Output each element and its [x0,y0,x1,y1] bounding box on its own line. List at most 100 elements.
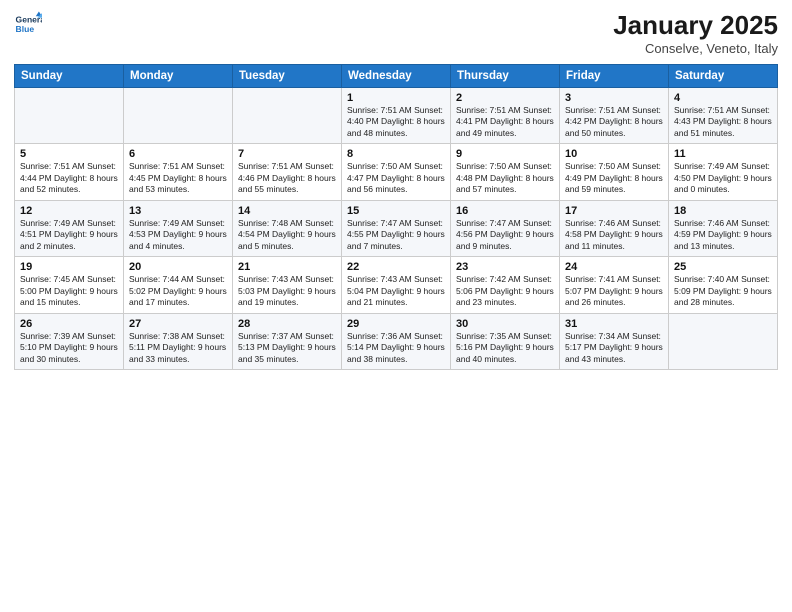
day-info: Sunrise: 7:49 AM Sunset: 4:50 PM Dayligh… [674,161,772,195]
table-row: 31Sunrise: 7:34 AM Sunset: 5:17 PM Dayli… [560,313,669,369]
day-number: 9 [456,148,554,160]
month-title: January 2025 [613,10,778,41]
day-info: Sunrise: 7:34 AM Sunset: 5:17 PM Dayligh… [565,331,663,365]
day-number: 25 [674,261,772,273]
title-area: January 2025 Conselve, Veneto, Italy [613,10,778,56]
col-sunday: Sunday [15,65,124,88]
day-info: Sunrise: 7:43 AM Sunset: 5:03 PM Dayligh… [238,274,336,308]
day-number: 3 [565,92,663,104]
svg-text:Blue: Blue [16,24,35,34]
day-number: 21 [238,261,336,273]
day-number: 23 [456,261,554,273]
table-row: 26Sunrise: 7:39 AM Sunset: 5:10 PM Dayli… [15,313,124,369]
day-number: 19 [20,261,118,273]
table-row: 28Sunrise: 7:37 AM Sunset: 5:13 PM Dayli… [233,313,342,369]
table-row [669,313,778,369]
week-row-5: 26Sunrise: 7:39 AM Sunset: 5:10 PM Dayli… [15,313,778,369]
calendar: Sunday Monday Tuesday Wednesday Thursday… [14,64,778,370]
table-row: 16Sunrise: 7:47 AM Sunset: 4:56 PM Dayli… [451,200,560,256]
day-number: 26 [20,318,118,330]
table-row: 30Sunrise: 7:35 AM Sunset: 5:16 PM Dayli… [451,313,560,369]
col-saturday: Saturday [669,65,778,88]
day-info: Sunrise: 7:45 AM Sunset: 5:00 PM Dayligh… [20,274,118,308]
day-info: Sunrise: 7:50 AM Sunset: 4:49 PM Dayligh… [565,161,663,195]
day-info: Sunrise: 7:49 AM Sunset: 4:51 PM Dayligh… [20,218,118,252]
day-number: 18 [674,205,772,217]
table-row [15,88,124,144]
logo-icon: General Blue [14,10,42,38]
day-info: Sunrise: 7:43 AM Sunset: 5:04 PM Dayligh… [347,274,445,308]
table-row: 19Sunrise: 7:45 AM Sunset: 5:00 PM Dayli… [15,257,124,313]
table-row: 27Sunrise: 7:38 AM Sunset: 5:11 PM Dayli… [124,313,233,369]
day-number: 14 [238,205,336,217]
col-monday: Monday [124,65,233,88]
day-info: Sunrise: 7:46 AM Sunset: 4:59 PM Dayligh… [674,218,772,252]
day-info: Sunrise: 7:46 AM Sunset: 4:58 PM Dayligh… [565,218,663,252]
table-row: 7Sunrise: 7:51 AM Sunset: 4:46 PM Daylig… [233,144,342,200]
day-number: 20 [129,261,227,273]
table-row: 21Sunrise: 7:43 AM Sunset: 5:03 PM Dayli… [233,257,342,313]
day-info: Sunrise: 7:41 AM Sunset: 5:07 PM Dayligh… [565,274,663,308]
table-row: 25Sunrise: 7:40 AM Sunset: 5:09 PM Dayli… [669,257,778,313]
day-info: Sunrise: 7:51 AM Sunset: 4:44 PM Dayligh… [20,161,118,195]
day-info: Sunrise: 7:51 AM Sunset: 4:42 PM Dayligh… [565,105,663,139]
day-number: 2 [456,92,554,104]
table-row: 5Sunrise: 7:51 AM Sunset: 4:44 PM Daylig… [15,144,124,200]
day-info: Sunrise: 7:47 AM Sunset: 4:56 PM Dayligh… [456,218,554,252]
table-row: 3Sunrise: 7:51 AM Sunset: 4:42 PM Daylig… [560,88,669,144]
week-row-3: 12Sunrise: 7:49 AM Sunset: 4:51 PM Dayli… [15,200,778,256]
table-row: 1Sunrise: 7:51 AM Sunset: 4:40 PM Daylig… [342,88,451,144]
logo: General Blue [14,10,42,38]
table-row: 11Sunrise: 7:49 AM Sunset: 4:50 PM Dayli… [669,144,778,200]
table-row: 20Sunrise: 7:44 AM Sunset: 5:02 PM Dayli… [124,257,233,313]
week-row-2: 5Sunrise: 7:51 AM Sunset: 4:44 PM Daylig… [15,144,778,200]
table-row: 8Sunrise: 7:50 AM Sunset: 4:47 PM Daylig… [342,144,451,200]
table-row [124,88,233,144]
day-number: 8 [347,148,445,160]
table-row: 4Sunrise: 7:51 AM Sunset: 4:43 PM Daylig… [669,88,778,144]
day-number: 1 [347,92,445,104]
day-number: 10 [565,148,663,160]
week-row-4: 19Sunrise: 7:45 AM Sunset: 5:00 PM Dayli… [15,257,778,313]
day-number: 27 [129,318,227,330]
day-info: Sunrise: 7:50 AM Sunset: 4:47 PM Dayligh… [347,161,445,195]
table-row: 13Sunrise: 7:49 AM Sunset: 4:53 PM Dayli… [124,200,233,256]
day-info: Sunrise: 7:35 AM Sunset: 5:16 PM Dayligh… [456,331,554,365]
day-info: Sunrise: 7:38 AM Sunset: 5:11 PM Dayligh… [129,331,227,365]
day-info: Sunrise: 7:40 AM Sunset: 5:09 PM Dayligh… [674,274,772,308]
day-info: Sunrise: 7:36 AM Sunset: 5:14 PM Dayligh… [347,331,445,365]
day-number: 31 [565,318,663,330]
day-number: 24 [565,261,663,273]
table-row: 10Sunrise: 7:50 AM Sunset: 4:49 PM Dayli… [560,144,669,200]
subtitle: Conselve, Veneto, Italy [613,41,778,56]
page: General Blue January 2025 Conselve, Vene… [0,0,792,612]
col-wednesday: Wednesday [342,65,451,88]
col-thursday: Thursday [451,65,560,88]
header: General Blue January 2025 Conselve, Vene… [14,10,778,56]
day-info: Sunrise: 7:51 AM Sunset: 4:46 PM Dayligh… [238,161,336,195]
table-row: 15Sunrise: 7:47 AM Sunset: 4:55 PM Dayli… [342,200,451,256]
day-info: Sunrise: 7:51 AM Sunset: 4:40 PM Dayligh… [347,105,445,139]
day-number: 13 [129,205,227,217]
table-row: 29Sunrise: 7:36 AM Sunset: 5:14 PM Dayli… [342,313,451,369]
table-row: 14Sunrise: 7:48 AM Sunset: 4:54 PM Dayli… [233,200,342,256]
table-row: 24Sunrise: 7:41 AM Sunset: 5:07 PM Dayli… [560,257,669,313]
col-friday: Friday [560,65,669,88]
day-info: Sunrise: 7:48 AM Sunset: 4:54 PM Dayligh… [238,218,336,252]
day-number: 11 [674,148,772,160]
table-row: 18Sunrise: 7:46 AM Sunset: 4:59 PM Dayli… [669,200,778,256]
table-row: 6Sunrise: 7:51 AM Sunset: 4:45 PM Daylig… [124,144,233,200]
day-info: Sunrise: 7:47 AM Sunset: 4:55 PM Dayligh… [347,218,445,252]
day-number: 22 [347,261,445,273]
day-info: Sunrise: 7:49 AM Sunset: 4:53 PM Dayligh… [129,218,227,252]
day-number: 15 [347,205,445,217]
day-number: 16 [456,205,554,217]
day-number: 29 [347,318,445,330]
day-info: Sunrise: 7:51 AM Sunset: 4:41 PM Dayligh… [456,105,554,139]
header-row: Sunday Monday Tuesday Wednesday Thursday… [15,65,778,88]
table-row [233,88,342,144]
day-info: Sunrise: 7:39 AM Sunset: 5:10 PM Dayligh… [20,331,118,365]
day-number: 4 [674,92,772,104]
table-row: 23Sunrise: 7:42 AM Sunset: 5:06 PM Dayli… [451,257,560,313]
day-info: Sunrise: 7:42 AM Sunset: 5:06 PM Dayligh… [456,274,554,308]
